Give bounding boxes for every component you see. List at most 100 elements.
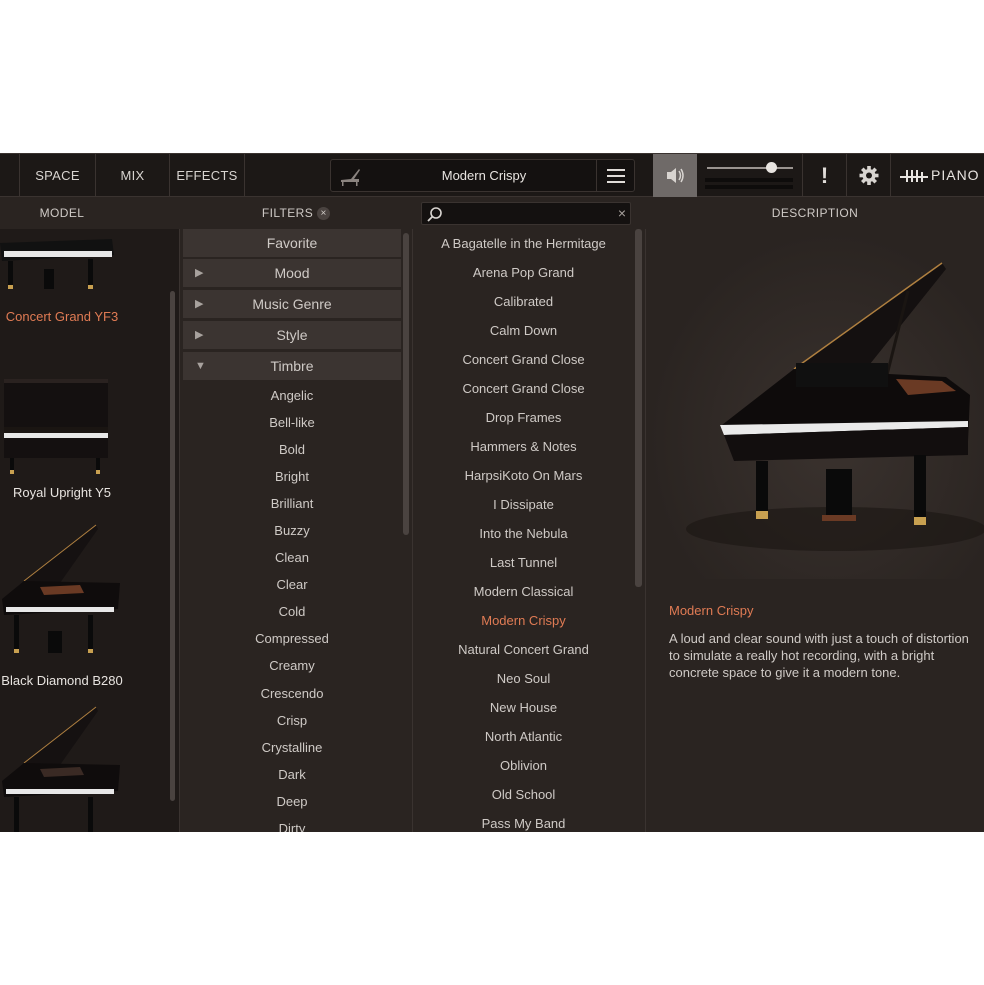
- pianoverse-logo-icon: [900, 170, 928, 183]
- preset-item[interactable]: Calm Down: [413, 316, 634, 345]
- preset-item[interactable]: Natural Concert Grand: [413, 635, 634, 664]
- model-header: MODEL: [39, 206, 85, 220]
- preset-item[interactable]: Old School: [413, 780, 634, 809]
- tab-mix[interactable]: MIX: [96, 154, 170, 197]
- grand-piano-4-image[interactable]: [0, 705, 124, 832]
- preset-item[interactable]: Neo Soul: [413, 664, 634, 693]
- filter-favorite-label: Favorite: [266, 235, 318, 251]
- description-panel: Modern Crispy A loud and clear sound wit…: [646, 229, 984, 832]
- preset-item[interactable]: Oblivion: [413, 751, 634, 780]
- timbre-item[interactable]: Bold: [183, 436, 401, 463]
- preset-scrollbar[interactable]: [635, 229, 642, 587]
- preset-list: A Bagatelle in the Hermitage Arena Pop G…: [413, 229, 646, 832]
- filter-music-genre-label: Music Genre: [252, 296, 332, 312]
- timbre-item[interactable]: Dark: [183, 761, 401, 788]
- clear-filters-icon[interactable]: ×: [317, 207, 331, 221]
- collapse-arrow-icon: ▼: [195, 360, 206, 372]
- preset-item[interactable]: North Atlantic: [413, 722, 634, 751]
- model-scrollbar[interactable]: [170, 291, 175, 801]
- expand-arrow-icon: ▶: [195, 329, 204, 341]
- timbre-item[interactable]: Bright: [183, 463, 401, 490]
- preset-item[interactable]: Arena Pop Grand: [413, 258, 634, 287]
- filter-mood-label: Mood: [274, 265, 310, 281]
- preset-item[interactable]: Pass My Band: [413, 809, 634, 832]
- timbre-item[interactable]: Crystalline: [183, 734, 401, 761]
- concert-grand-yf3-image[interactable]: [0, 229, 124, 301]
- preset-item[interactable]: Modern Classical: [413, 577, 634, 606]
- timbre-item[interactable]: Creamy: [183, 652, 401, 679]
- volume-slider-track[interactable]: [707, 167, 793, 169]
- column-headers: MODEL FILTERS × × DESCRIPTION: [0, 198, 984, 228]
- search-input[interactable]: ×: [421, 202, 631, 225]
- timbre-item[interactable]: Deep: [183, 788, 401, 815]
- timbre-item[interactable]: Bell-like: [183, 409, 401, 436]
- filter-music-genre[interactable]: ▶ Music Genre: [183, 290, 401, 319]
- model-item-black-diamond-b280[interactable]: Black Diamond B280: [0, 673, 124, 688]
- tab-effects[interactable]: EFFECTS: [170, 154, 245, 197]
- gear-icon: [859, 166, 879, 185]
- description-header: DESCRIPTION: [771, 206, 859, 220]
- royal-upright-y5-image[interactable]: [0, 375, 124, 479]
- filters-header-label: FILTERS: [261, 206, 314, 220]
- current-preset-name: Modern Crispy: [441, 168, 527, 183]
- level-meter-left: [705, 178, 793, 182]
- speaker-button[interactable]: [653, 154, 697, 197]
- filters-header: FILTERS ×: [180, 198, 412, 228]
- preset-item[interactable]: Drop Frames: [413, 403, 634, 432]
- level-meter-right: [705, 185, 793, 189]
- settings-button[interactable]: [847, 154, 891, 197]
- timbre-item[interactable]: Dirty: [183, 815, 401, 832]
- left-stub: [0, 154, 20, 197]
- filter-favorite[interactable]: Favorite: [183, 229, 401, 258]
- preset-item[interactable]: Into the Nebula: [413, 519, 634, 548]
- preset-item[interactable]: Concert Grand Close: [413, 345, 634, 374]
- clear-search-icon[interactable]: ×: [618, 205, 626, 221]
- preset-item[interactable]: Hammers & Notes: [413, 432, 634, 461]
- filter-style-label: Style: [276, 327, 308, 343]
- preset-item[interactable]: Last Tunnel: [413, 548, 634, 577]
- timbre-item[interactable]: Clean: [183, 544, 401, 571]
- filters-panel: Favorite ▶ Mood ▶ Music Genre ▶ Style ▼ Timb…: [180, 229, 413, 832]
- preset-item-selected[interactable]: Modern Crispy: [413, 606, 634, 635]
- filter-style[interactable]: ▶ Style: [183, 321, 401, 350]
- grand-piano-image: [686, 262, 984, 551]
- preset-item[interactable]: I Dissipate: [413, 490, 634, 519]
- hamburger-menu-icon[interactable]: [596, 160, 634, 191]
- timbre-item[interactable]: Cold: [183, 598, 401, 625]
- volume-control[interactable]: [697, 154, 803, 197]
- model-item-concert-grand-yf3[interactable]: Concert Grand YF3: [0, 309, 124, 324]
- preset-display[interactable]: Modern Crispy: [330, 159, 635, 192]
- timbre-item[interactable]: Buzzy: [183, 517, 401, 544]
- timbre-item[interactable]: Crescendo: [183, 680, 401, 707]
- volume-slider-knob[interactable]: [766, 162, 777, 173]
- timbre-item[interactable]: Angelic: [183, 382, 401, 409]
- timbre-item[interactable]: Brilliant: [183, 490, 401, 517]
- description-text: A loud and clear sound with just a touch…: [669, 631, 969, 680]
- model-list: Concert Grand YF3 Royal Upright Y5 Black…: [0, 229, 180, 832]
- timbre-item[interactable]: Compressed: [183, 625, 401, 652]
- preset-item[interactable]: Concert Grand Close: [413, 374, 634, 403]
- search-icon: [427, 207, 442, 222]
- tab-space[interactable]: SPACE: [20, 154, 96, 197]
- description-title: Modern Crispy: [669, 603, 754, 618]
- timbre-item[interactable]: Crisp: [183, 707, 401, 734]
- timbre-item[interactable]: Clear: [183, 571, 401, 598]
- preset-item[interactable]: Calibrated: [413, 287, 634, 316]
- filter-mood[interactable]: ▶ Mood: [183, 259, 401, 288]
- brand-text: PIANO: [931, 167, 980, 183]
- preset-item[interactable]: New House: [413, 693, 634, 722]
- alert-button[interactable]: !: [803, 154, 847, 197]
- filters-scrollbar[interactable]: [403, 233, 409, 535]
- expand-arrow-icon: ▶: [195, 298, 204, 310]
- expand-arrow-icon: ▶: [195, 267, 204, 279]
- exclamation-icon: !: [820, 163, 829, 188]
- speaker-icon: [667, 168, 684, 183]
- filter-timbre[interactable]: ▼ Timbre: [183, 352, 401, 381]
- preset-item[interactable]: HarpsiKoto On Mars: [413, 461, 634, 490]
- preset-item[interactable]: A Bagatelle in the Hermitage: [413, 229, 634, 258]
- brand-logo: PIANO: [900, 154, 980, 197]
- piano-thumbnail-icon: [341, 169, 360, 186]
- black-diamond-b280-image[interactable]: [0, 523, 124, 663]
- top-bar: SPACE MIX EFFECTS Modern Crispy ! PIANO: [0, 153, 984, 197]
- model-item-royal-upright-y5[interactable]: Royal Upright Y5: [0, 485, 124, 500]
